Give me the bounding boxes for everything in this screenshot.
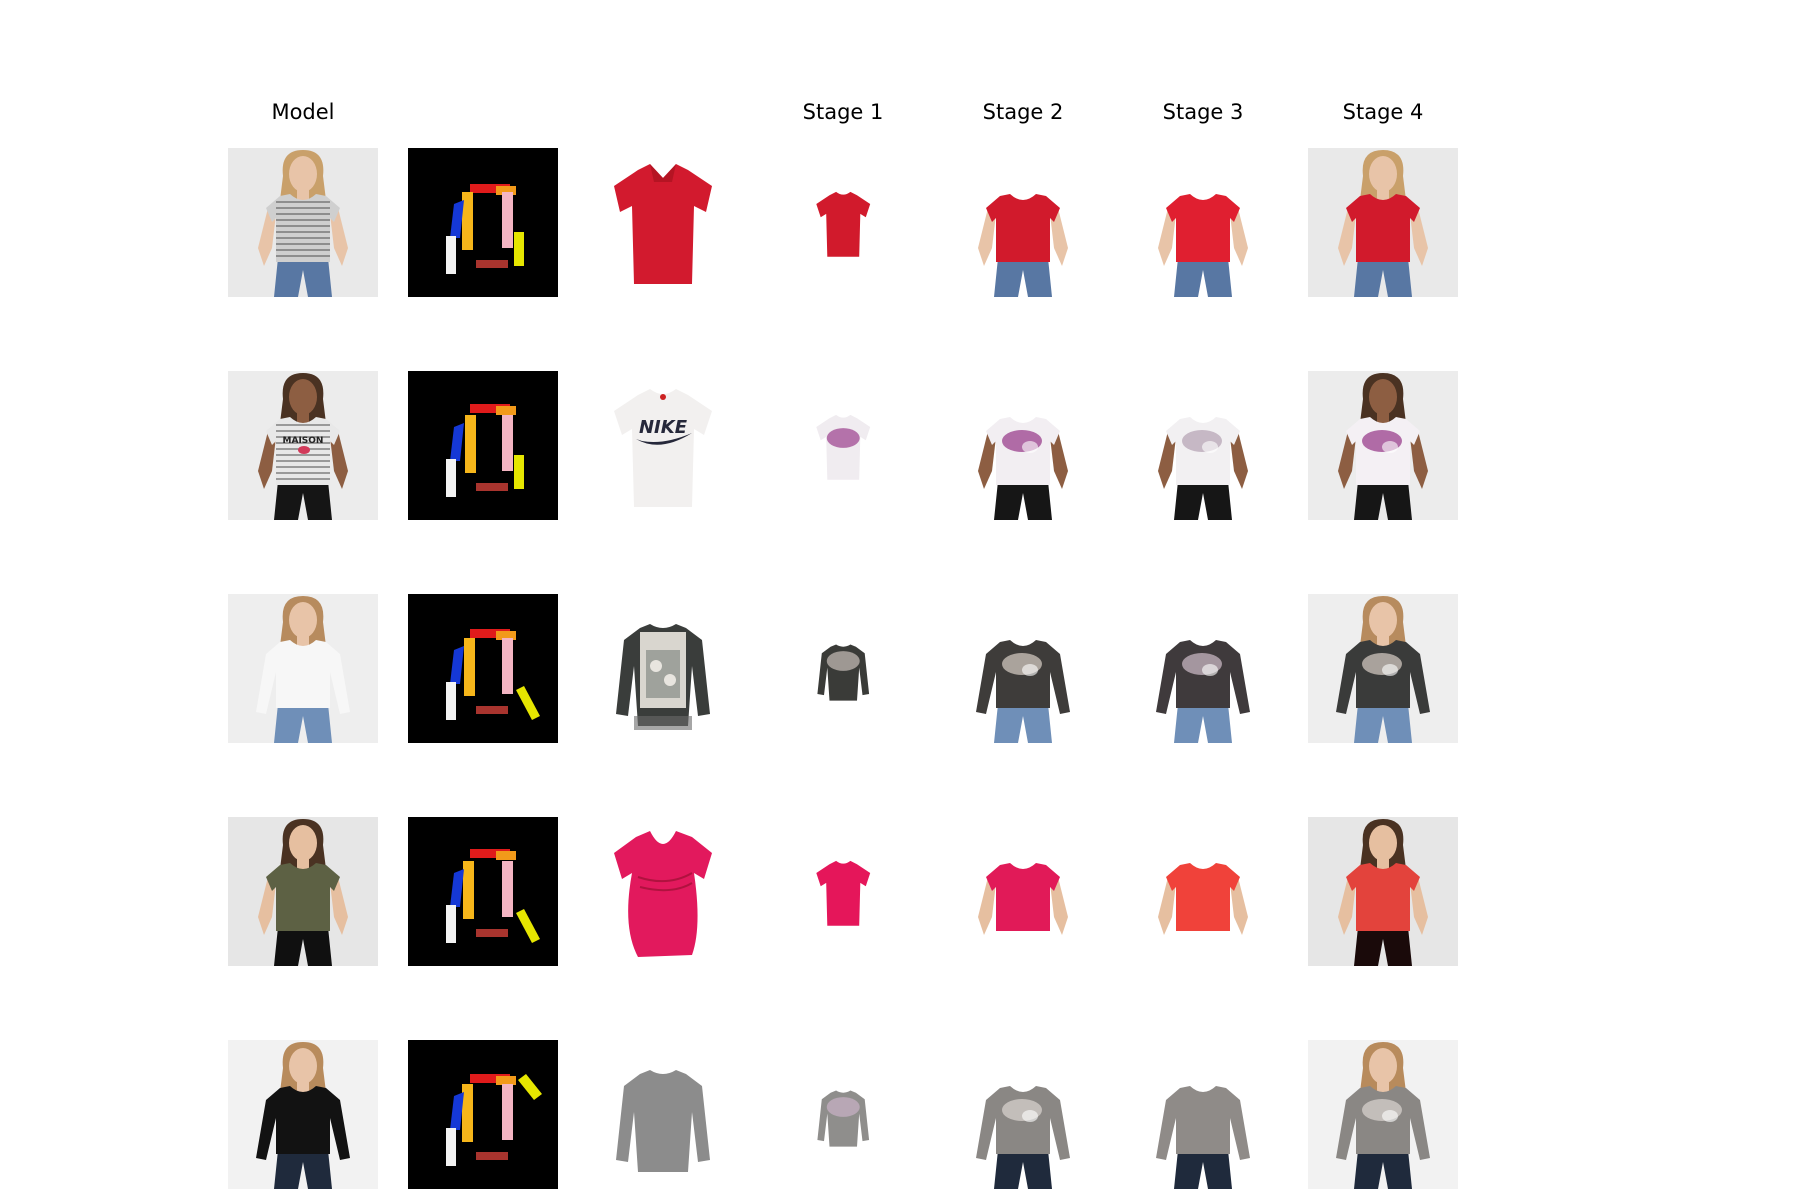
stage-1-output-graphic <box>768 371 918 520</box>
stage-3-output-graphic <box>1128 594 1278 743</box>
stage-3-output <box>1128 817 1278 966</box>
pose-map-graphic <box>408 371 558 520</box>
stage-2-output <box>948 148 1098 297</box>
stage-2-output-graphic <box>948 1040 1098 1189</box>
stage-1-output <box>768 148 918 297</box>
model-photo-graphic <box>228 594 378 743</box>
pose-map <box>408 594 558 743</box>
pose-map <box>408 1040 558 1189</box>
stage-4-output-graphic <box>1308 371 1458 520</box>
model-photo: MAISON <box>228 371 378 520</box>
stage-4-output <box>1308 594 1458 743</box>
svg-text:MAISON: MAISON <box>283 436 324 446</box>
garment-photo-graphic <box>588 594 738 743</box>
column-header-stage-1: Stage 1 <box>802 100 884 124</box>
stage-3-output <box>1128 148 1278 297</box>
garment-photo-graphic: NIKE <box>588 371 738 520</box>
stage-1-output <box>768 371 918 520</box>
garment-photo: NIKE <box>588 371 738 520</box>
stage-1-output-graphic <box>768 594 918 743</box>
pose-map <box>408 148 558 297</box>
column-header-model: Model <box>271 100 335 124</box>
stage-4-output <box>1308 817 1458 966</box>
column-header-stage-2: Stage 2 <box>982 100 1064 124</box>
pose-map-graphic <box>408 1040 558 1189</box>
stage-4-output <box>1308 1040 1458 1189</box>
stage-1-output <box>768 817 918 966</box>
stage-1-output-graphic <box>768 817 918 966</box>
stage-1-output <box>768 594 918 743</box>
pose-map-graphic <box>408 817 558 966</box>
garment-photo <box>588 1040 738 1189</box>
stage-2-output-graphic <box>948 817 1098 966</box>
pose-map-graphic <box>408 594 558 743</box>
model-photo-graphic <box>228 1040 378 1189</box>
stage-4-output-graphic <box>1308 148 1458 297</box>
stage-1-output <box>768 1040 918 1189</box>
stage-2-output-graphic <box>948 371 1098 520</box>
garment-photo <box>588 594 738 743</box>
model-photo <box>228 148 378 297</box>
garment-photo-graphic <box>588 1040 738 1189</box>
stage-3-output-graphic <box>1128 371 1278 520</box>
garment-photo-graphic <box>588 817 738 966</box>
stage-3-output <box>1128 594 1278 743</box>
stage-4-output-graphic <box>1308 1040 1458 1189</box>
svg-text:NIKE: NIKE <box>639 417 688 438</box>
garment-photo <box>588 817 738 966</box>
column-header-stage-4: Stage 4 <box>1342 100 1424 124</box>
stage-2-output-graphic <box>948 148 1098 297</box>
stage-2-output <box>948 817 1098 966</box>
pose-map <box>408 817 558 966</box>
stage-4-output-graphic <box>1308 817 1458 966</box>
comparison-figure: Model Stage 1 Stage 2 Stage 3 Stage 4 MA… <box>0 0 1800 1200</box>
stage-4-output <box>1308 371 1458 520</box>
stage-2-output <box>948 1040 1098 1189</box>
column-header-stage-3: Stage 3 <box>1162 100 1244 124</box>
stage-1-output-graphic <box>768 148 918 297</box>
pose-map <box>408 371 558 520</box>
model-photo-graphic: MAISON <box>228 371 378 520</box>
garment-photo <box>588 148 738 297</box>
stage-4-output-graphic <box>1308 594 1458 743</box>
model-photo-graphic <box>228 817 378 966</box>
model-photo <box>228 817 378 966</box>
stage-4-output <box>1308 148 1458 297</box>
stage-3-output-graphic <box>1128 148 1278 297</box>
stage-1-output-graphic <box>768 1040 918 1189</box>
stage-2-output <box>948 594 1098 743</box>
stage-2-output-graphic <box>948 594 1098 743</box>
stage-3-output-graphic <box>1128 817 1278 966</box>
model-photo <box>228 594 378 743</box>
stage-2-output <box>948 371 1098 520</box>
stage-3-output <box>1128 371 1278 520</box>
model-photo <box>228 1040 378 1189</box>
stage-3-output <box>1128 1040 1278 1189</box>
garment-photo-graphic <box>588 148 738 297</box>
model-photo-graphic <box>228 148 378 297</box>
stage-3-output-graphic <box>1128 1040 1278 1189</box>
pose-map-graphic <box>408 148 558 297</box>
